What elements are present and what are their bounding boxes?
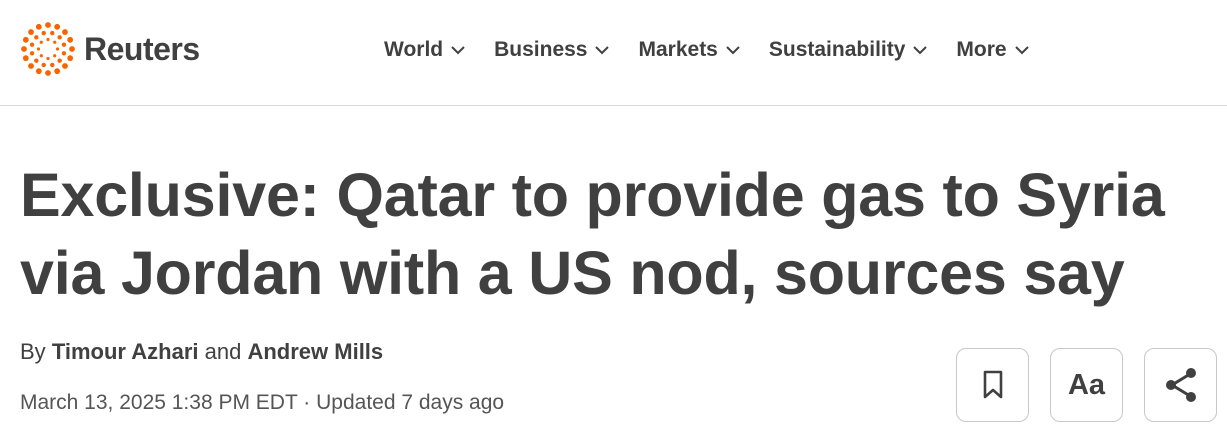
logo-dot bbox=[67, 36, 74, 43]
chevron-down-icon bbox=[595, 46, 610, 55]
logo-dot bbox=[45, 22, 51, 28]
logo-dot bbox=[35, 23, 42, 30]
byline: By Timour Azhari and Andrew Mills bbox=[20, 339, 383, 365]
nav-item-business[interactable]: Business bbox=[494, 38, 610, 62]
logo-dot bbox=[41, 30, 46, 36]
nav-item-label: More bbox=[956, 38, 1007, 61]
headline-line-2: via Jordan with a US nod, sources say bbox=[20, 239, 1125, 307]
logo-dot bbox=[45, 70, 51, 76]
logo-dot bbox=[28, 29, 34, 35]
logo-dot bbox=[36, 47, 41, 51]
text-size-label: Aa bbox=[1067, 368, 1106, 401]
logo-dot bbox=[54, 68, 61, 75]
bookmark-icon bbox=[983, 370, 1002, 399]
chevron-down-icon bbox=[451, 46, 465, 55]
logo-dot bbox=[21, 46, 27, 52]
nav-item-markets[interactable]: Markets bbox=[638, 38, 740, 62]
logo-dot bbox=[34, 58, 39, 63]
logo-dot bbox=[67, 55, 74, 62]
logo-dot bbox=[54, 23, 61, 30]
site-header: Reuters World Business Markets Sustainab… bbox=[0, 0, 1227, 106]
article-actions: Aa bbox=[956, 348, 1217, 422]
logo-dot bbox=[41, 62, 46, 68]
main-nav: World Business Markets Sustainability Mo… bbox=[384, 34, 1058, 66]
nav-item-world[interactable]: World bbox=[384, 38, 466, 62]
logo-dot bbox=[57, 35, 62, 40]
nav-item-sustainability[interactable]: Sustainability bbox=[769, 38, 929, 62]
nav-item-more[interactable]: More bbox=[956, 38, 1029, 62]
logo-dot bbox=[69, 46, 75, 52]
logo-dot bbox=[62, 29, 68, 35]
logo-dot bbox=[39, 54, 43, 58]
share-icon bbox=[1165, 368, 1196, 402]
logo-dot bbox=[39, 40, 43, 44]
logo-dot bbox=[22, 36, 29, 43]
logo-dot bbox=[57, 58, 62, 63]
byline-prefix: By bbox=[20, 339, 46, 364]
publish-date: March 13, 2025 1:38 PM EDT bbox=[20, 391, 298, 414]
logo-dot bbox=[46, 37, 50, 42]
date-separator: · bbox=[303, 391, 311, 414]
logo-dot bbox=[22, 55, 29, 62]
chevron-down-icon bbox=[726, 46, 740, 55]
reuters-logo-link[interactable]: Reuters bbox=[20, 21, 200, 77]
article-headline: Exclusive: Qatar to provide gas to Syria… bbox=[20, 156, 1210, 312]
dateline: March 13, 2025 1:38 PM EDT · Updated 7 d… bbox=[20, 391, 504, 415]
logo-dot bbox=[61, 51, 67, 56]
brand-name: Reuters bbox=[84, 30, 200, 67]
nav-item-label: Business bbox=[494, 38, 588, 61]
bookmark-button[interactable] bbox=[956, 348, 1029, 422]
logo-dot bbox=[34, 35, 39, 40]
chevron-down-icon bbox=[1014, 46, 1029, 55]
logo-dot bbox=[62, 63, 68, 69]
author-link-andrew-mills[interactable]: Andrew Mills bbox=[247, 339, 383, 364]
byline-joiner: and bbox=[204, 339, 242, 364]
logo-dot bbox=[55, 47, 60, 51]
headline-line-1: Exclusive: Qatar to provide gas to Syria bbox=[20, 161, 1165, 229]
logo-dot bbox=[29, 51, 35, 56]
logo-dot bbox=[46, 56, 50, 61]
logo-dot bbox=[53, 54, 57, 58]
nav-item-label: Sustainability bbox=[768, 38, 906, 61]
logo-dot bbox=[53, 40, 57, 44]
text-size-button[interactable]: Aa bbox=[1050, 348, 1123, 422]
updated-time: Updated 7 days ago bbox=[316, 391, 505, 414]
logo-dot bbox=[61, 42, 67, 47]
chevron-down-icon bbox=[913, 46, 928, 55]
logo-dot bbox=[28, 63, 34, 69]
reuters-logo-icon bbox=[21, 22, 75, 76]
nav-item-label: World bbox=[384, 38, 444, 61]
logo-dot bbox=[50, 62, 55, 68]
logo-dot bbox=[29, 42, 35, 47]
share-button[interactable] bbox=[1144, 348, 1217, 422]
logo-dot bbox=[50, 30, 55, 36]
nav-item-label: Markets bbox=[638, 38, 718, 61]
logo-dot bbox=[35, 68, 42, 75]
author-link-timour-azhari[interactable]: Timour Azhari bbox=[52, 339, 199, 364]
